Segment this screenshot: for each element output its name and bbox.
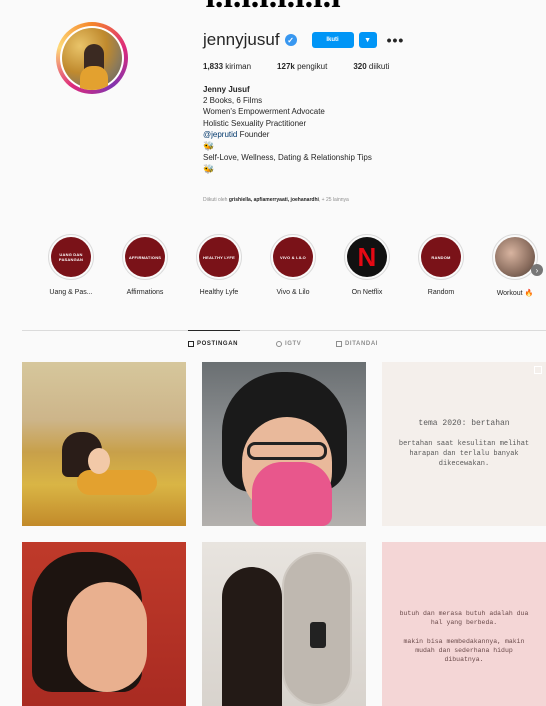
highlight-random[interactable]: RANDOM Random (411, 234, 471, 296)
photo-subject-face (88, 448, 110, 474)
photo-phone (310, 622, 326, 648)
highlight-label: On Netflix (351, 289, 383, 296)
highlight-cover: N (344, 234, 390, 280)
highlight-cover-text: RANDOM (421, 237, 461, 277)
highlight-label: Workout 🔥 (496, 290, 534, 297)
highlight-cover: AFFIRMATIONS (122, 234, 168, 280)
followers-label: pengikut (297, 62, 328, 71)
photo-subject-face (67, 582, 147, 692)
highlight-cover-photo (495, 237, 535, 277)
followed-by-names: grishiella, apfiamerryaati, joehanardhi (228, 197, 319, 203)
full-name: Jenny Jusuf (203, 85, 250, 94)
posts-stat: 1,833 kiriman (203, 62, 251, 71)
bee-emoji-icon: 🐝 (203, 141, 215, 152)
highlight-cover-text: UANG DAN PASANGAN (51, 237, 91, 277)
followers-stat[interactable]: 127k pengikut (277, 62, 327, 71)
bio-line-1: 2 Books, 6 Films (203, 96, 263, 106)
profile-bio: Jenny Jusuf 2 Books, 6 Films Women's Emp… (203, 84, 372, 175)
followed-by-prefix: Diikuti oleh (203, 197, 229, 203)
bio-line-4: Self-Love, Wellness, Dating & Relationsh… (203, 153, 372, 163)
highlight-uang-pasangan[interactable]: UANG DAN PASANGAN Uang & Pas... (41, 234, 101, 296)
highlight-label: Vivo & Lilo (276, 289, 310, 296)
tabs-divider (22, 330, 546, 331)
chevron-down-icon: ▼ (364, 36, 372, 44)
following-count: 320 (353, 62, 367, 71)
tab-posts[interactable]: POSTINGAN (188, 341, 238, 347)
highlight-cover: UANG DAN PASANGAN (48, 234, 94, 280)
avatar-person-body (80, 66, 108, 90)
avatar-frame (60, 26, 124, 90)
highlight-cover-text: HEALTHY LYFE (199, 237, 239, 277)
bee-emoji-icon: 🐝 (203, 164, 215, 175)
highlight-cover: RANDOM (418, 234, 464, 280)
posts-label: kiriman (225, 62, 252, 71)
highlight-label: Uang & Pas... (49, 289, 93, 296)
posts-count: 1,833 (203, 62, 224, 71)
highlight-affirmations[interactable]: AFFIRMATIONS Affirmations (115, 234, 175, 296)
post-thumbnail[interactable] (22, 362, 186, 526)
post-thumbnail[interactable] (202, 362, 366, 526)
bio-link-suffix: Founder (237, 129, 270, 139)
netflix-logo-icon: N (347, 237, 387, 277)
following-stat[interactable]: 320 diikuti (353, 62, 389, 71)
highlight-cover: VIVO & LILO (270, 234, 316, 280)
active-tab-indicator (188, 330, 240, 331)
multi-photo-icon (534, 366, 542, 374)
tab-tagged[interactable]: DITANDAI (336, 341, 378, 347)
tab-label: POSTINGAN (197, 341, 239, 347)
bio-mention-link[interactable]: @jeprutid (203, 130, 237, 139)
tab-igtv[interactable]: IGTV (276, 341, 301, 347)
clipped-page-title: ı.ı.ı.ı.ı.ı.ı.ı (0, 0, 546, 14)
followed-by-text[interactable]: Diikuti oleh grishiella, apfiamerryaati,… (203, 197, 349, 203)
chevron-right-icon[interactable]: › (531, 264, 543, 276)
highlight-vivo-lilo[interactable]: VIVO & LILO Vivo & Lilo (263, 234, 323, 296)
story-highlights: UANG DAN PASANGAN Uang & Pas... AFFIRMAT… (0, 234, 546, 304)
post-thumbnail[interactable]: butuh dan merasa butuh adalah dua hal ya… (382, 542, 546, 706)
more-options-button[interactable]: ••• (387, 33, 405, 47)
highlight-cover: HEALTHY LYFE (196, 234, 242, 280)
highlight-cover-text: AFFIRMATIONS (125, 237, 165, 277)
tab-label: IGTV (285, 341, 302, 347)
igtv-icon (276, 341, 282, 347)
photo-subject-mask (252, 462, 332, 526)
verified-badge-icon: ✓ (284, 34, 297, 46)
highlight-cover-text: VIVO & LILO (273, 237, 313, 277)
post-quote-line-2: makin bisa membedakannya, makin mudah da… (403, 637, 525, 663)
post-quote-body: bertahan saat kesulitan melihat harapan … (398, 440, 530, 468)
post-quote-title: tema 2020: bertahan (418, 419, 510, 428)
photo-subject-glasses (247, 442, 327, 460)
suggestions-dropdown-button[interactable]: ▼ (358, 32, 377, 48)
bio-line-2: Women's Empowerment Advocate (203, 107, 325, 117)
username: jennyjusuf (203, 30, 280, 49)
tagged-icon (336, 341, 342, 347)
tab-label: DITANDAI (345, 341, 379, 347)
photo-subject-hair (222, 567, 282, 706)
photo-subject-body (77, 470, 157, 495)
avatar-photo (62, 28, 122, 90)
profile-avatar[interactable] (56, 22, 128, 94)
followers-count: 127k (277, 62, 295, 71)
post-thumbnail[interactable] (22, 542, 186, 706)
post-thumbnail[interactable] (202, 542, 366, 706)
highlight-on-netflix[interactable]: N On Netflix (337, 234, 397, 296)
bio-line-3: Holistic Sexuality Practitioner (203, 118, 307, 128)
profile-stats: 1,833 kiriman 127k pengikut 320 diikuti (203, 62, 415, 71)
following-label: diikuti (368, 62, 390, 71)
post-thumbnail[interactable]: tema 2020: bertahan bertahan saat kesuli… (382, 362, 546, 526)
highlight-label: Random (427, 289, 455, 296)
profile-header: jennyjusuf ✓ Ikuti ▼ ••• (203, 30, 405, 49)
highlight-healthy-lyfe[interactable]: HEALTHY LYFE Healthy Lyfe (189, 234, 249, 296)
post-quote-line-1: butuh dan merasa butuh adalah dua hal ya… (399, 609, 529, 626)
grid-icon (188, 341, 194, 347)
follow-button[interactable]: Ikuti (311, 32, 354, 48)
highlight-label: Affirmations (126, 289, 164, 296)
followed-by-suffix: , + 25 lainnya (318, 197, 349, 203)
bio-line-link: @jeprutid Founder (203, 129, 372, 140)
highlight-label: Healthy Lyfe (199, 289, 239, 296)
